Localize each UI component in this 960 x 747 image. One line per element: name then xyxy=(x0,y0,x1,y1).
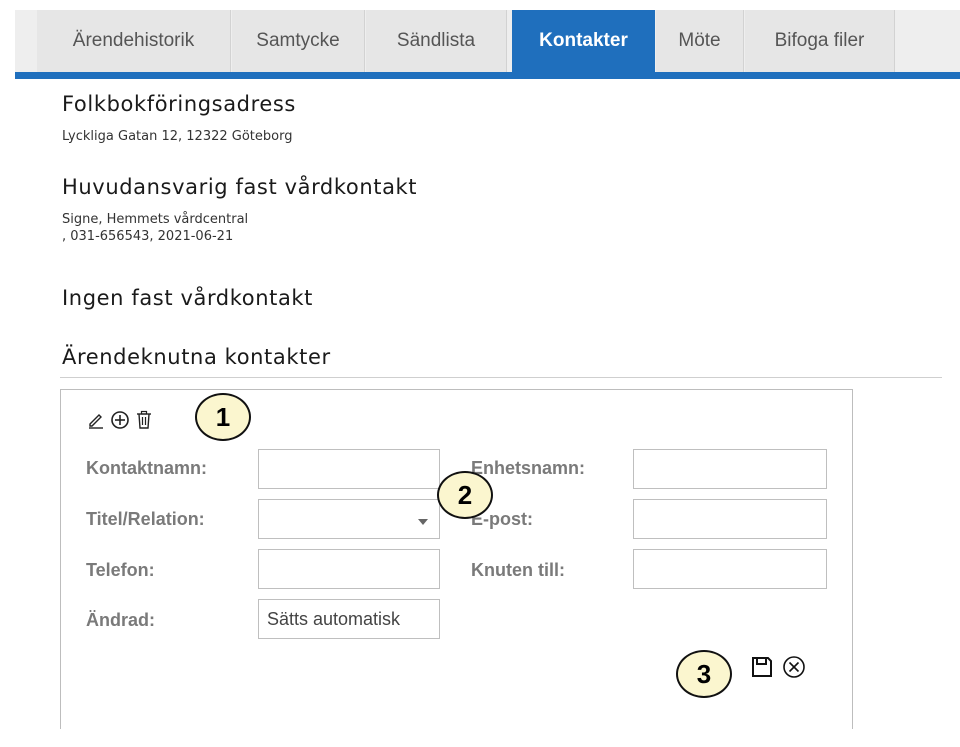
add-circle-icon[interactable] xyxy=(110,409,130,431)
toolbar xyxy=(86,409,154,431)
huvudansvarig-line2: , 031-656543, 2021-06-21 xyxy=(62,229,234,244)
telefon-input[interactable] xyxy=(258,549,440,589)
tab-sandlista[interactable]: Sändlista xyxy=(366,10,507,72)
knuten-till-input[interactable] xyxy=(633,549,827,589)
folkbokforing-heading: Folkbokföringsadress xyxy=(62,92,296,116)
kontaktnamn-label: Kontaktnamn: xyxy=(86,458,207,478)
knuten-till-label: Knuten till: xyxy=(471,560,565,580)
tab-kontakter[interactable]: Kontakter xyxy=(512,10,655,72)
callout-1: 1 xyxy=(195,393,251,441)
enhetsnamn-input[interactable] xyxy=(633,449,827,489)
cancel-icon[interactable] xyxy=(781,654,807,680)
tab-underline xyxy=(15,72,960,79)
edit-icon[interactable] xyxy=(86,409,106,431)
tab-arendehistorik[interactable]: Ärendehistorik xyxy=(37,10,231,72)
form-actions xyxy=(749,654,807,680)
titel-relation-select[interactable] xyxy=(258,499,440,539)
andrad-label: Ändrad: xyxy=(86,610,155,630)
huvudansvarig-heading: Huvudansvarig fast vårdkontakt xyxy=(62,175,418,199)
tab-bifoga-filer[interactable]: Bifoga filer xyxy=(745,10,895,72)
arendeknutna-heading: Ärendeknutna kontakter xyxy=(62,345,331,369)
titel-relation-label: Titel/Relation: xyxy=(86,509,205,529)
telefon-label: Telefon: xyxy=(86,560,155,580)
enhetsnamn-label: Enhetsnamn: xyxy=(471,458,586,478)
kontaktnamn-input[interactable] xyxy=(258,449,440,489)
huvudansvarig-line1: Signe, Hemmets vårdcentral xyxy=(62,212,249,227)
tab-mote[interactable]: Möte xyxy=(656,10,744,72)
callout-2: 2 xyxy=(437,471,493,519)
chevron-down-icon[interactable] xyxy=(418,519,428,525)
tab-samtycke[interactable]: Samtycke xyxy=(232,10,365,72)
callout-3: 3 xyxy=(676,650,732,698)
section-divider xyxy=(60,377,942,378)
save-icon[interactable] xyxy=(749,654,775,680)
epost-input[interactable] xyxy=(633,499,827,539)
folkbokforing-address: Lyckliga Gatan 12, 12322 Göteborg xyxy=(62,129,293,144)
trash-icon[interactable] xyxy=(134,409,154,431)
ingen-fast-heading: Ingen fast vårdkontakt xyxy=(62,286,314,310)
andrad-input[interactable] xyxy=(258,599,440,639)
